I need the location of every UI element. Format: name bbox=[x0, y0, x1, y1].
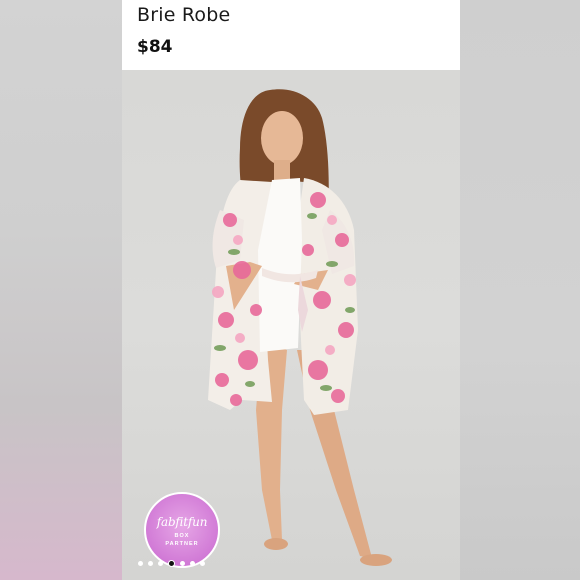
background-blur-left bbox=[0, 0, 122, 580]
badge-brand-logo: fabfitfun bbox=[156, 515, 208, 529]
carousel-pagination bbox=[138, 559, 205, 567]
product-header: Brie Robe $84 bbox=[122, 0, 460, 70]
carousel-dot[interactable] bbox=[148, 560, 153, 566]
carousel-dot-active[interactable] bbox=[168, 559, 175, 567]
product-photo[interactable]: fabfitfun BOX PARTNER bbox=[122, 70, 460, 580]
carousel-dot[interactable] bbox=[190, 560, 195, 566]
product-title: Brie Robe bbox=[137, 4, 231, 26]
carousel-dot[interactable] bbox=[180, 560, 185, 566]
carousel-dot[interactable] bbox=[138, 560, 143, 566]
product-card: Brie Robe $84 fabfitfun BOX PARTNER bbox=[122, 0, 460, 580]
background-blur-right bbox=[460, 0, 580, 580]
carousel-dot[interactable] bbox=[200, 560, 205, 566]
badge-line-box: BOX bbox=[174, 533, 190, 539]
product-price: $84 bbox=[137, 37, 173, 57]
carousel-dot[interactable] bbox=[158, 560, 163, 566]
fabfitfun-box-partner-badge: fabfitfun BOX PARTNER bbox=[144, 492, 220, 568]
badge-line-partner: PARTNER bbox=[165, 541, 199, 547]
